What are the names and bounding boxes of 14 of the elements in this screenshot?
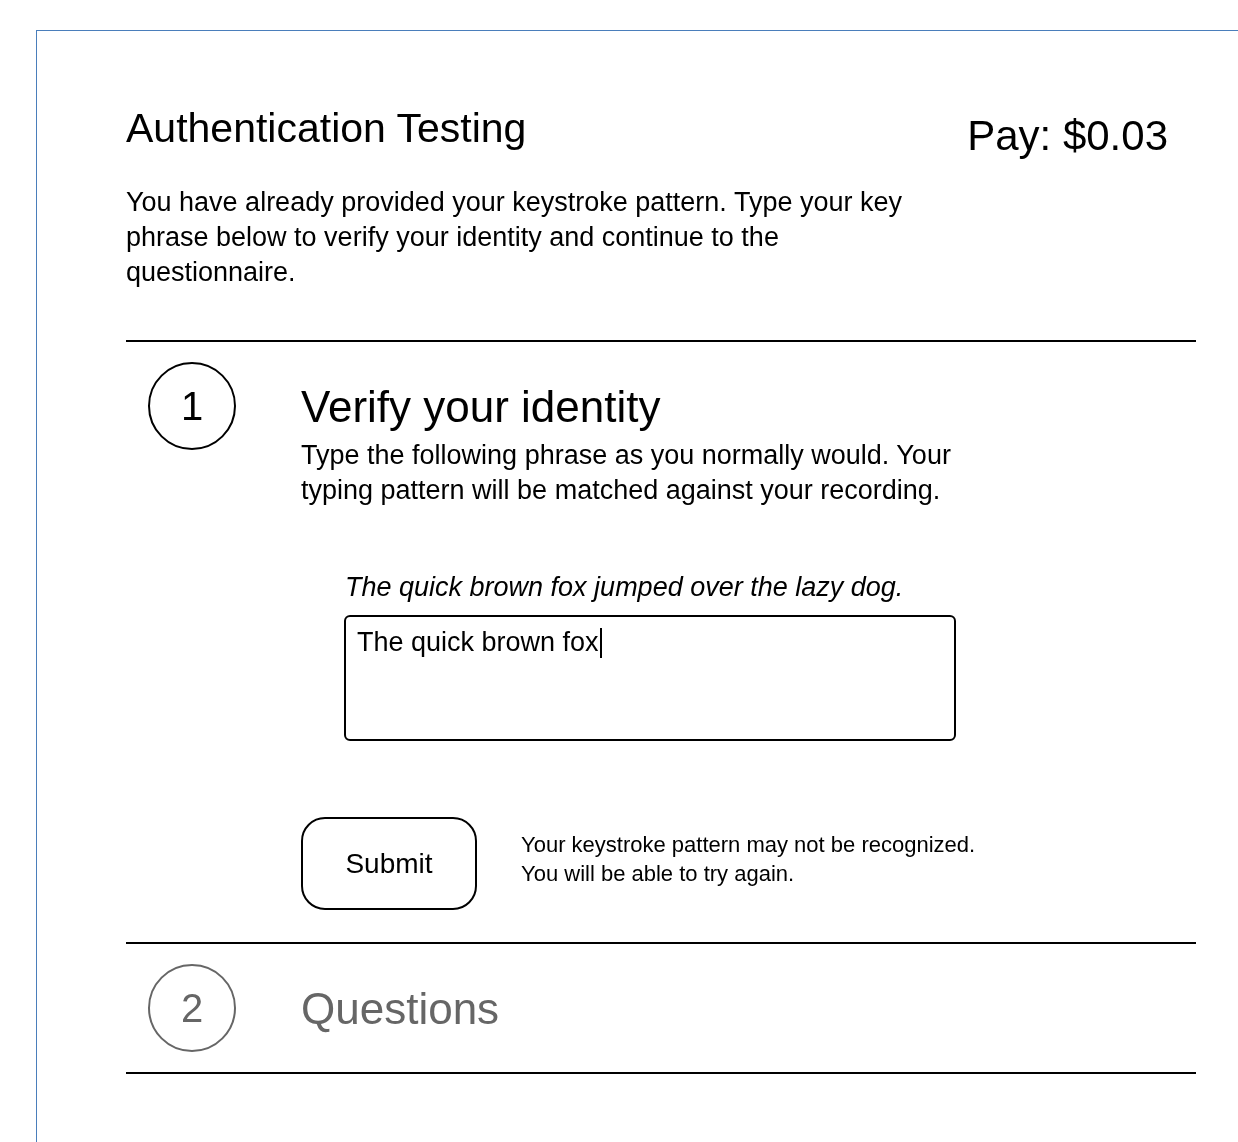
page-title: Authentication Testing <box>126 104 527 153</box>
step-description: Type the following phrase as you normally would. Your typing pattern will be matched against your recording. <box>301 439 952 507</box>
pay-amount: Pay: $0.03 <box>967 111 1168 161</box>
step-title: Questions <box>301 984 501 1034</box>
submit-button[interactable]: Submit <box>301 817 477 910</box>
phrase-field[interactable]: The quick brown fox <box>344 615 956 741</box>
hint-text: Your keystroke pattern may not be recognized. <box>521 830 976 859</box>
hint-text: You will be able to try again. <box>521 859 796 888</box>
step-number: 2 <box>148 964 236 1052</box>
text-cursor <box>599 628 602 658</box>
key-phrase: The quick brown fox jumped over the lazy dog. <box>345 571 905 604</box>
intro-text: You have already provided your keystroke pattern. Type your key phrase below to verify your identity and continue to the questionnaire. <box>126 186 903 289</box>
step-number: 1 <box>148 362 236 450</box>
step-title: Verify your identity <box>301 382 662 432</box>
